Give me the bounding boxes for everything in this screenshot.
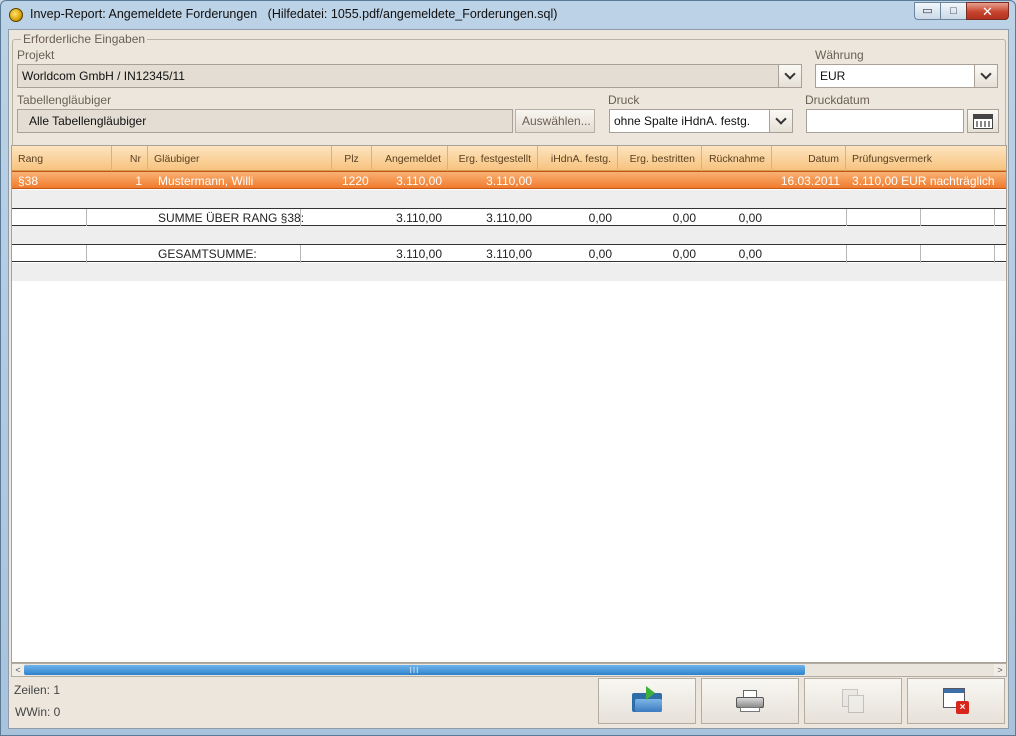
col-ihdna[interactable]: iHdnA. festg. bbox=[538, 146, 618, 171]
printer-icon bbox=[736, 690, 764, 712]
projekt-label: Projekt bbox=[17, 48, 55, 62]
tabglaeubiger-field: Alle Tabellengläubiger bbox=[17, 109, 513, 133]
print-preview-icon bbox=[838, 689, 868, 713]
cell-bestritten: 0,00 bbox=[672, 211, 696, 225]
col-glaeubiger[interactable]: Gläubiger bbox=[148, 146, 332, 171]
cell-datum: 16.03.2011 bbox=[780, 174, 840, 188]
druck-label: Druck bbox=[608, 93, 640, 107]
table-row-selected[interactable]: §38 1 Mustermann, Willi 1220 3.110,00 3.… bbox=[12, 171, 1006, 189]
col-pruefungsvermerk[interactable]: Prüfungsvermerk bbox=[846, 146, 1006, 171]
projekt-select[interactable]: Worldcom GmbH / IN12345/11 bbox=[17, 64, 779, 88]
cell-nr: 1 bbox=[135, 174, 142, 188]
tabglaeubiger-label: Tabellengläubiger bbox=[17, 93, 112, 107]
calendar-icon bbox=[973, 113, 993, 129]
cell-ruecknahme: 0,00 bbox=[738, 211, 762, 225]
close-icon: ✕ bbox=[982, 3, 993, 19]
table-row-summe-rang[interactable]: SUMME ÜBER RANG §38: 3.110,00 3.110,00 0… bbox=[12, 208, 1006, 227]
cell-gesamt-label: GESAMTSUMME: bbox=[158, 247, 257, 261]
print-preview-button[interactable] bbox=[804, 678, 902, 724]
cell-ihdna: 0,00 bbox=[588, 247, 612, 261]
cell-vermerk: 3.110,00 EUR nachträglich bbox=[852, 174, 995, 188]
cell-ihdna: 0,00 bbox=[588, 211, 612, 225]
print-button[interactable] bbox=[701, 678, 799, 724]
minimize-icon: ▭ bbox=[922, 4, 933, 17]
column-divider bbox=[994, 209, 995, 227]
column-divider bbox=[846, 245, 847, 263]
column-divider bbox=[994, 245, 995, 263]
table-row-spacer bbox=[12, 190, 1006, 208]
export-button[interactable] bbox=[598, 678, 696, 724]
table-row-spacer bbox=[12, 263, 1006, 281]
minimize-button[interactable]: ▭ bbox=[914, 2, 940, 20]
chevron-down-icon bbox=[980, 68, 992, 80]
col-plz[interactable]: Plz bbox=[332, 146, 372, 171]
app-icon bbox=[9, 8, 23, 22]
window-controls: ▭ □ ✕ bbox=[914, 2, 1009, 20]
cell-angemeldet: 3.110,00 bbox=[396, 174, 442, 188]
auswaehlen-button[interactable]: Auswählen... bbox=[515, 109, 595, 133]
scroll-thumb[interactable]: III bbox=[24, 665, 805, 675]
calendar-button[interactable] bbox=[967, 109, 999, 133]
main-panel: Erforderliche Eingaben Projekt Worldcom … bbox=[8, 29, 1009, 729]
cell-summe-label: SUMME ÜBER RANG §38: bbox=[158, 211, 305, 225]
cell-glaeubiger: Mustermann, Willi bbox=[158, 174, 254, 188]
cell-ruecknahme: 0,00 bbox=[738, 247, 762, 261]
group-title: Erforderliche Eingaben bbox=[21, 32, 148, 46]
col-ruecknahme[interactable]: Rücknahme bbox=[702, 146, 772, 171]
druckdatum-input[interactable] bbox=[806, 109, 964, 133]
cell-angemeldet: 3.110,00 bbox=[396, 247, 442, 261]
waehrung-select[interactable]: EUR bbox=[815, 64, 975, 88]
table-header: Rang Nr Gläubiger Plz Angemeldet Erg. fe… bbox=[12, 146, 1006, 171]
scroll-right-icon[interactable]: > bbox=[994, 664, 1006, 676]
column-divider bbox=[846, 209, 847, 227]
cell-festgestellt: 3.110,00 bbox=[486, 211, 532, 225]
col-bestritten[interactable]: Erg. bestritten bbox=[618, 146, 702, 171]
cell-bestritten: 0,00 bbox=[672, 247, 696, 261]
close-button[interactable]: ✕ bbox=[966, 2, 1009, 20]
col-festgestellt[interactable]: Erg. festgestellt bbox=[448, 146, 538, 171]
col-angemeldet[interactable]: Angemeldet bbox=[372, 146, 448, 171]
title-bar[interactable]: Invep-Report: Angemeldete Forderungen (H… bbox=[1, 1, 1015, 29]
close-report-button[interactable]: × bbox=[907, 678, 1005, 724]
horizontal-scrollbar[interactable]: < III > bbox=[11, 663, 1007, 677]
waehrung-dropdown-button[interactable] bbox=[974, 64, 998, 88]
app-window: Invep-Report: Angemeldete Forderungen (H… bbox=[0, 0, 1016, 736]
maximize-button[interactable]: □ bbox=[940, 2, 966, 20]
projekt-dropdown-button[interactable] bbox=[778, 64, 802, 88]
column-divider bbox=[920, 209, 921, 227]
cell-angemeldet: 3.110,00 bbox=[396, 211, 442, 225]
col-datum[interactable]: Datum bbox=[772, 146, 846, 171]
chevron-down-icon bbox=[775, 113, 787, 125]
close-window-icon: × bbox=[943, 688, 969, 714]
chevron-down-icon bbox=[784, 68, 796, 80]
cell-festgestellt: 3.110,00 bbox=[486, 247, 532, 261]
col-nr[interactable]: Nr bbox=[112, 146, 148, 171]
waehrung-label: Währung bbox=[815, 48, 864, 62]
cell-festgestellt: 3.110,00 bbox=[486, 174, 532, 188]
window-title: Invep-Report: Angemeldete Forderungen (H… bbox=[30, 7, 557, 21]
maximize-icon: □ bbox=[950, 4, 957, 17]
folder-export-icon bbox=[632, 686, 662, 712]
report-table: Rang Nr Gläubiger Plz Angemeldet Erg. fe… bbox=[11, 145, 1007, 663]
window-title-text: Invep-Report: Angemeldete Forderungen bbox=[30, 7, 258, 21]
status-zeilen: Zeilen: 1 bbox=[14, 683, 61, 697]
status-wwin: WWin: 0 bbox=[15, 705, 61, 719]
column-divider bbox=[920, 245, 921, 263]
druck-select[interactable]: ohne Spalte iHdnA. festg. bbox=[609, 109, 770, 133]
window-helpfile-text: (Hilfedatei: 1055.pdf/angemeldete_Forder… bbox=[267, 7, 558, 21]
druck-dropdown-button[interactable] bbox=[769, 109, 793, 133]
table-row-gesamt[interactable]: GESAMTSUMME: 3.110,00 3.110,00 0,00 0,00… bbox=[12, 244, 1006, 263]
column-divider bbox=[86, 209, 87, 227]
cell-plz: 1220 bbox=[342, 174, 369, 188]
scroll-left-icon[interactable]: < bbox=[12, 664, 24, 676]
col-rang[interactable]: Rang bbox=[12, 146, 112, 171]
druckdatum-label: Druckdatum bbox=[805, 93, 870, 107]
cell-rang: §38 bbox=[18, 174, 39, 188]
table-row-spacer bbox=[12, 226, 1006, 244]
column-divider bbox=[86, 245, 87, 263]
